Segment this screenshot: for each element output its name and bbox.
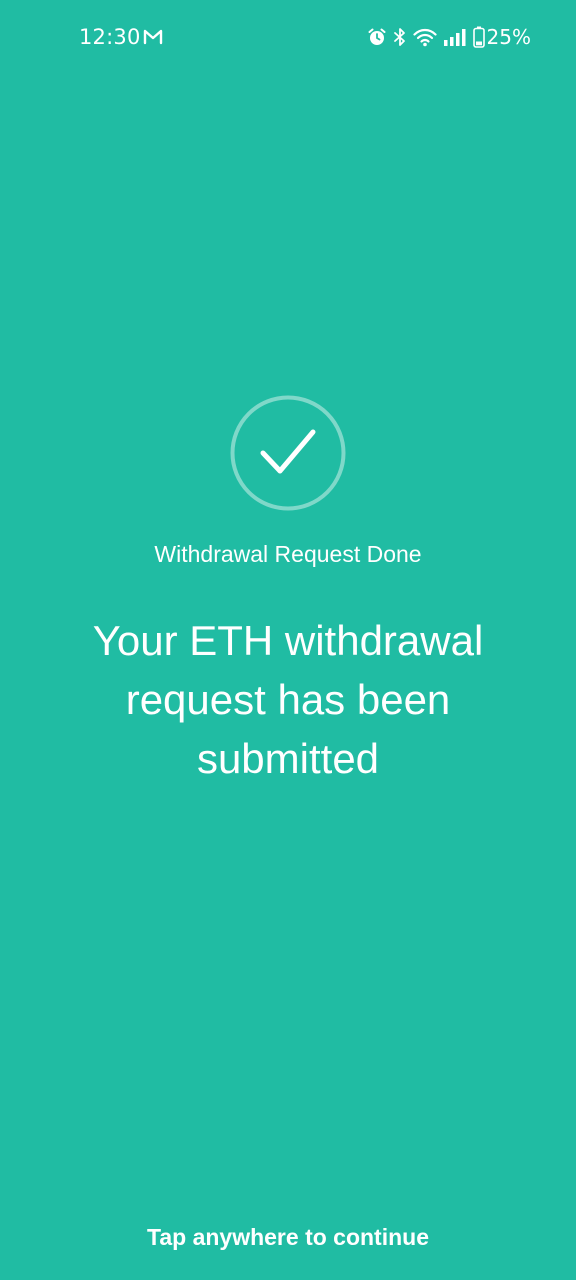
status-label: Withdrawal Request Done (154, 541, 422, 567)
alarm-icon (368, 28, 386, 45)
battery-icon (472, 26, 485, 48)
gmail-icon (143, 29, 163, 45)
withdrawal-done-screen[interactable]: 12:30 25% Withdrawal Request Done Your E… (0, 0, 576, 1280)
status-time: 12:30 (79, 25, 141, 49)
status-bar: 12:30 25% (0, 0, 576, 76)
checkmark-icon (230, 395, 346, 511)
wifi-icon (412, 28, 437, 47)
confirmation-message: Your ETH withdrawal request has been sub… (92, 617, 484, 782)
continue-hint[interactable]: Tap anywhere to continue (0, 1221, 576, 1253)
signal-icon (443, 29, 466, 46)
battery-percent: 25% (486, 25, 531, 49)
bluetooth-icon (393, 28, 405, 46)
status-icons: 25% (367, 24, 531, 50)
